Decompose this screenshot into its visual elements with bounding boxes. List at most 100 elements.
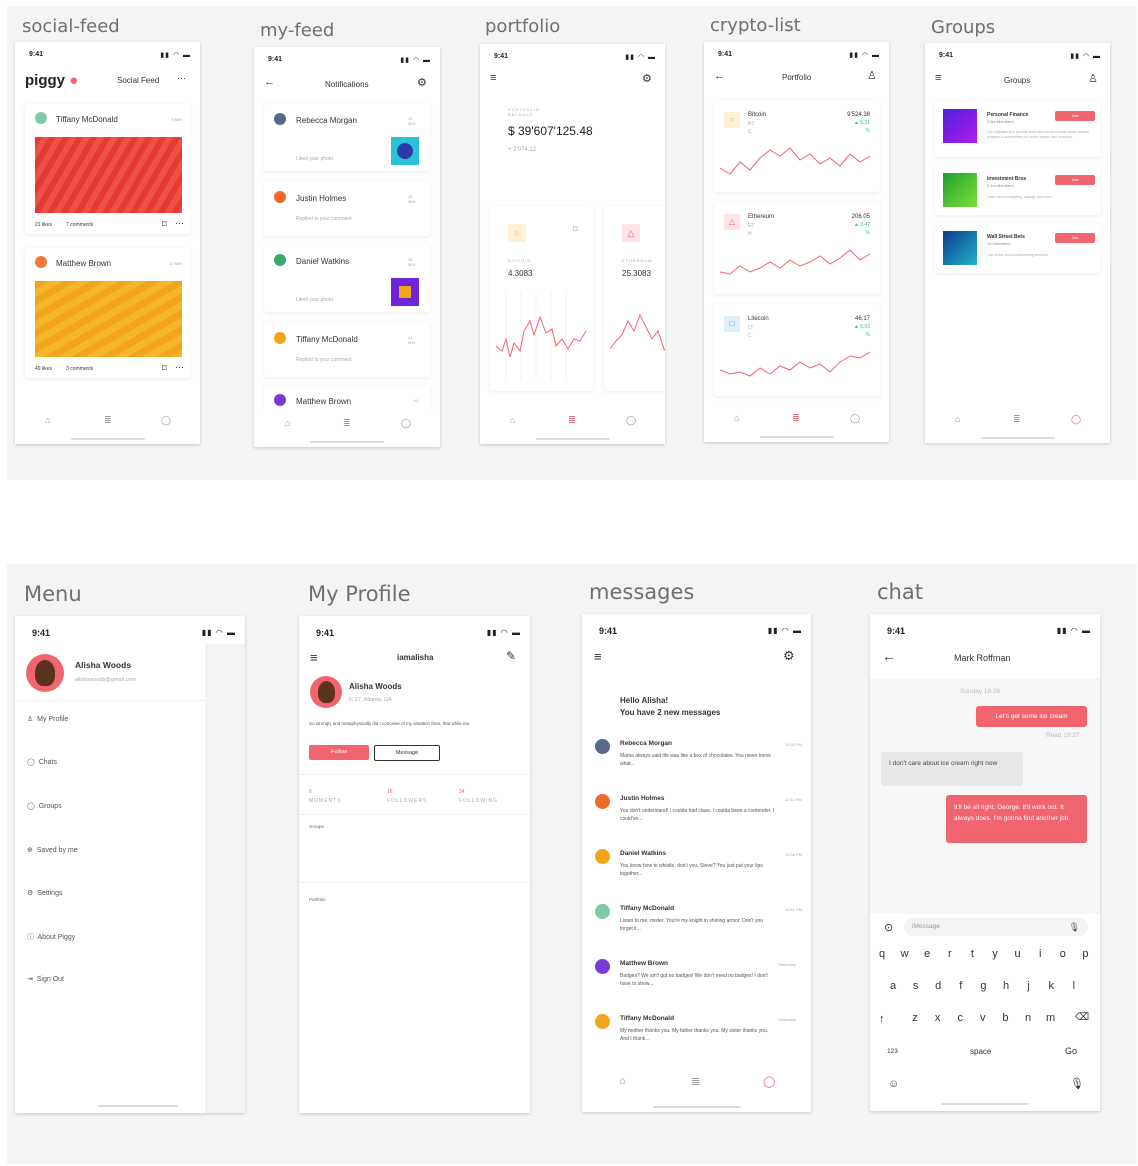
key-j[interactable]: j [1020, 980, 1038, 992]
stat-followers[interactable]: 16 FOLLOWERS [387, 789, 427, 804]
key-c[interactable]: c [951, 1012, 969, 1024]
list-icon[interactable]: ≣ [691, 1075, 700, 1088]
menu-item-my-profile[interactable]: ♙ My Profile [27, 715, 68, 723]
notification-item[interactable]: Rebecca Morgan 12 MIN Liked your photo [264, 103, 430, 171]
home-icon[interactable]: ⌂ [285, 418, 290, 428]
stat-following[interactable]: 34 FOLLOWING [459, 789, 498, 804]
message-button[interactable]: Message [374, 745, 440, 761]
message-row[interactable]: Tiffany McDonald Listen to me, mister. Y… [582, 901, 811, 951]
join-button[interactable]: Join [1055, 233, 1095, 243]
home-icon[interactable]: ⌂ [734, 413, 739, 423]
more-icon[interactable]: ··· [175, 218, 184, 228]
home-icon[interactable]: ⌂ [45, 415, 50, 425]
key-space[interactable]: space [970, 1047, 991, 1056]
key-o[interactable]: o [1054, 948, 1072, 960]
coin-card[interactable]: △ ETHEREUM 25.3083 [604, 206, 665, 391]
back-arrow-icon[interactable]: ← [882, 648, 896, 664]
key-l[interactable]: l [1065, 980, 1083, 992]
list-icon[interactable]: ≣ [568, 415, 576, 426]
key-p[interactable]: p [1076, 948, 1094, 960]
camera-icon[interactable]: ⊙ [884, 921, 893, 934]
message-row[interactable]: Daniel Watkins You know how to whistle, … [582, 846, 811, 896]
settings-gear-icon[interactable]: ⚙ [417, 76, 427, 89]
message-row[interactable]: Tiffany McDonald My mother thanks you. M… [582, 1011, 811, 1061]
message-input[interactable]: iMessage 🎙 [904, 918, 1088, 936]
message-row[interactable]: Matthew Brown Badges? We ain't got no ba… [582, 956, 811, 1006]
message-row[interactable]: Rebecca Morgan Mama always said life was… [582, 736, 811, 786]
avatar[interactable] [310, 676, 342, 708]
key-w[interactable]: w [896, 948, 914, 960]
key-k[interactable]: k [1042, 980, 1060, 992]
menu-hamburger-icon[interactable]: ≡ [594, 649, 602, 664]
emoji-icon[interactable]: ☺ [888, 1078, 899, 1090]
group-card[interactable]: Investment Bros 2.1m Members Learn about… [935, 165, 1101, 215]
key-x[interactable]: x [929, 1012, 947, 1024]
follow-button[interactable]: Follow [309, 745, 369, 760]
join-button[interactable]: Join [1055, 175, 1095, 185]
group-card[interactable]: Personal Finance 2.5m Members Our object… [935, 101, 1101, 157]
menu-item-chats[interactable]: ◯ Chats [27, 758, 57, 766]
more-icon[interactable]: ··· [175, 362, 184, 372]
group-card[interactable]: Wall Street Bets 1m Members Like 4chan f… [935, 223, 1101, 273]
chat-icon[interactable]: ◯ [763, 1075, 775, 1088]
list-icon[interactable]: ≣ [343, 418, 351, 429]
chat-icon[interactable]: ◯ [626, 415, 636, 426]
post-image[interactable] [35, 137, 182, 213]
list-icon[interactable]: ≣ [1013, 414, 1021, 425]
settings-gear-icon[interactable]: ⚙ [783, 648, 795, 664]
key-y[interactable]: y [986, 948, 1004, 960]
post-image[interactable] [35, 281, 182, 357]
bookmark-icon[interactable]: ⌑ [162, 363, 167, 374]
bookmark-icon[interactable]: ⌑ [162, 219, 167, 230]
key-v[interactable]: v [974, 1012, 992, 1024]
notification-item[interactable]: Daniel Watkins 28 MIN Liked your photo [264, 244, 430, 312]
home-icon[interactable]: ⌂ [510, 415, 515, 425]
dimmed-background[interactable] [205, 644, 245, 1113]
post-author[interactable]: Matthew Brown [56, 259, 111, 268]
settings-gear-icon[interactable]: ⚙ [642, 72, 652, 85]
post-comments[interactable]: 7 comments [66, 222, 93, 228]
key-n[interactable]: n [1019, 1012, 1037, 1024]
back-arrow-icon[interactable]: ← [714, 70, 725, 82]
menu-item-sign-out[interactable]: ⇥ Sign Out [27, 975, 64, 983]
key-g[interactable]: g [974, 980, 992, 992]
user-icon[interactable]: ♙ [1088, 72, 1098, 85]
home-icon[interactable]: ⌂ [955, 414, 960, 424]
key-go[interactable]: Go [1065, 1046, 1077, 1056]
notification-item[interactable]: Tiffany McDonald 31 MIN Replied to your … [264, 322, 430, 377]
dictation-microphone-icon[interactable]: 🎙 [1070, 1077, 1084, 1090]
key-s[interactable]: s [907, 980, 925, 992]
backspace-icon[interactable]: ⌫ [1075, 1012, 1089, 1023]
key-t[interactable]: t [963, 948, 981, 960]
key-h[interactable]: h [997, 980, 1015, 992]
edit-icon[interactable]: ✎ [506, 649, 516, 663]
key-m[interactable]: m [1042, 1012, 1060, 1024]
join-button[interactable]: Join [1055, 111, 1095, 121]
bookmark-icon[interactable]: ⌑ [573, 224, 578, 235]
post-author[interactable]: Tiffany McDonald [56, 115, 118, 124]
chat-icon[interactable]: ◯ [161, 415, 171, 426]
key-i[interactable]: i [1031, 948, 1049, 960]
menu-item-groups[interactable]: ◯ Groups [27, 802, 62, 810]
menu-item-saved[interactable]: ⊕ Saved by me [27, 846, 78, 854]
key-123[interactable]: 123 [887, 1048, 898, 1055]
coin-row[interactable]: □ Litecoin LT C 46.17 ▲ 6.93 % [714, 304, 880, 396]
key-q[interactable]: q [873, 948, 891, 960]
menu-item-about[interactable]: ⓘ About Piggy [27, 932, 75, 942]
key-u[interactable]: u [1009, 948, 1027, 960]
home-icon[interactable]: ⌂ [619, 1075, 626, 1087]
menu-hamburger-icon[interactable]: ≡ [935, 72, 941, 84]
key-r[interactable]: r [941, 948, 959, 960]
menu-item-settings[interactable]: ⚙ Settings [27, 889, 62, 897]
coin-row[interactable]: ○ Bitcoin BT C 9'524.38 ▲ 5.31 % [714, 100, 880, 192]
key-f[interactable]: f [952, 980, 970, 992]
key-d[interactable]: d [929, 980, 947, 992]
chat-icon[interactable]: ◯ [850, 413, 860, 424]
post-comments[interactable]: 3 comments [66, 366, 93, 372]
notification-item[interactable]: Justin Holmes 26 MIN Replied to your com… [264, 181, 430, 236]
chat-icon[interactable]: ◯ [401, 418, 411, 429]
post-likes[interactable]: 21 likes [35, 222, 52, 228]
message-row[interactable]: Justin Holmes You don't understand! I co… [582, 791, 811, 841]
key-b[interactable]: b [996, 1012, 1014, 1024]
back-arrow-icon[interactable]: ← [264, 76, 275, 88]
